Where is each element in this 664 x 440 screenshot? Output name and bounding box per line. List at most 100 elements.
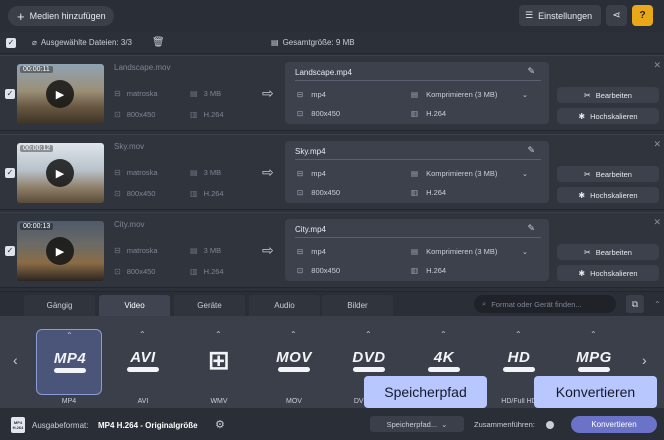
share-button[interactable]: ⋖ [606,5,627,26]
edit-button[interactable]: ✂ Bearbeiten [557,87,659,103]
merge-toggle[interactable] [546,421,554,429]
chevron-down-icon[interactable]: ⌄ [522,91,528,99]
import-format-icon[interactable]: ⧉ [626,295,644,313]
upscale-button[interactable]: ✱ Hochskalieren [557,265,659,281]
container-icon: ⊟ [114,89,121,98]
play-icon[interactable]: ▶ [46,80,74,108]
codec-icon: ▥ [190,267,198,276]
upscale-button[interactable]: ✱ Hochskalieren [557,187,659,203]
remove-file-icon[interactable]: ✕ [653,139,661,150]
source-codec-text: H.264 [203,110,224,119]
tab-images[interactable]: Bilder [322,295,393,316]
output-file-name[interactable]: Sky.mp4 [295,147,326,156]
source-resolution-text: 800x450 [126,110,156,119]
output-quality-dropdown[interactable]: ▤ Komprimieren (3 MB) [411,90,497,99]
chevron-up-icon[interactable]: ⌃ [290,330,297,339]
format-mov[interactable]: ⌃ MOV [261,329,327,395]
output-codec: ▥ H.264 [411,109,446,118]
file-checkbox[interactable]: ✓ [5,89,15,99]
total-size-text: Gesamtgröße: 9 MB [282,38,355,47]
edit-button[interactable]: ✂ Bearbeiten [557,166,659,182]
convert-button[interactable]: Konvertieren [571,416,657,433]
chevron-up-icon[interactable]: ⌃ [654,300,661,309]
tab-common[interactable]: Gängig [24,295,95,316]
video-thumbnail[interactable]: 00:00:12 ▶ [17,143,104,203]
format-logo: MPG [576,349,612,366]
format-label: MOV [286,398,302,405]
format-label: AVI [137,398,149,405]
chevron-up-icon[interactable]: ⌃ [66,331,73,340]
output-format[interactable]: ⊟ mp4 [297,90,326,99]
chevron-left-icon[interactable]: ‹ [13,352,18,368]
chevron-right-icon[interactable]: › [642,352,647,368]
file-checkbox[interactable]: ✓ [5,246,15,256]
chevron-up-icon[interactable]: ⌃ [440,330,447,339]
tab-label: Video [124,301,145,310]
output-format-value[interactable]: MP4 H.264 - Originalgröße [98,421,198,430]
edit-button[interactable]: ✂ Bearbeiten [557,244,659,260]
rename-pencil-icon[interactable]: ✎ [527,145,535,156]
codec-icon: ▥ [411,188,419,197]
source-container: ⊟ matroska [114,246,158,255]
source-codec-text: H.264 [203,267,224,276]
output-format[interactable]: ⊟ mp4 [297,169,326,178]
gear-icon[interactable]: ⚙ [215,418,225,431]
chevron-up-icon[interactable]: ⌃ [590,330,597,339]
output-format-text: mp4 [311,247,326,256]
resolution-icon: ⊡ [114,267,121,276]
tab-video[interactable]: Video [99,295,170,316]
upscale-button[interactable]: ✱ Hochskalieren [557,108,659,124]
tab-audio[interactable]: Audio [249,295,320,316]
source-file-name: City.mov [114,220,145,229]
rename-pencil-icon[interactable]: ✎ [527,223,535,234]
output-file-name[interactable]: Landscape.mp4 [295,68,352,77]
output-quality-text: Komprimieren (3 MB) [426,90,498,99]
chevron-down-icon[interactable]: ⌄ [522,248,528,256]
select-all-checkbox[interactable]: ✓ [6,38,16,48]
format-logo-badge [428,367,460,372]
name-underline [295,159,541,160]
format-avi[interactable]: ⌃ AVI [110,329,176,395]
source-resolution-text: 800x450 [126,189,156,198]
format-label: MP4 [61,398,77,405]
source-size-text: 3 MB [203,89,222,98]
rename-pencil-icon[interactable]: ✎ [527,66,535,77]
remove-file-icon[interactable]: ✕ [653,217,661,228]
source-codec: ▥ H.264 [190,267,224,276]
output-quality-dropdown[interactable]: ▤ Komprimieren (3 MB) [411,247,497,256]
file-checkbox[interactable]: ✓ [5,168,15,178]
chevron-up-icon[interactable]: ⌃ [139,330,146,339]
resolution-icon: ⊡ [297,109,304,118]
chevron-up-icon[interactable]: ⌃ [515,330,522,339]
output-file-name[interactable]: City.mp4 [295,225,326,234]
settings-button[interactable]: ☰ Einstellungen [519,5,601,26]
output-format[interactable]: ⊟ mp4 [297,247,326,256]
source-size: ▤ 3 MB [190,168,221,177]
source-container-text: matroska [126,168,158,177]
scissors-icon: ✂ [584,247,591,257]
add-media-button[interactable]: + Medien hinzufügen [8,6,114,26]
output-format-text: mp4 [311,90,326,99]
upscale-label: Hochskalieren [590,190,638,200]
chevron-up-icon[interactable]: ⌃ [215,330,222,339]
help-button[interactable]: ? [632,5,653,26]
source-codec: ▥ H.264 [190,110,224,119]
video-thumbnail[interactable]: 00:00:13 ▶ [17,221,104,281]
play-icon[interactable]: ▶ [46,237,74,265]
format-logo: 4K [433,349,455,366]
format-mp4[interactable]: ⌃ MP4 [36,329,102,395]
tab-devices[interactable]: Geräte [174,295,245,316]
output-format-icon: MP4 H.264 [11,417,25,433]
remove-file-icon[interactable]: ✕ [653,60,661,71]
output-quality-dropdown[interactable]: ▤ Komprimieren (3 MB) [411,169,497,178]
play-icon[interactable]: ▶ [46,159,74,187]
save-path-dropdown[interactable]: Speicherpfad... ⌄ [370,416,464,432]
scissors-icon: ✂ [584,169,591,179]
video-thumbnail[interactable]: 00:00:11 ▶ [17,64,104,124]
chevron-down-icon[interactable]: ⌄ [522,170,528,178]
format-search-input[interactable]: ⌕ Format oder Gerät finden... [474,295,616,313]
delete-icon[interactable]: 🗑 [152,37,165,48]
format-logo-badge [578,367,610,372]
format-wmv[interactable]: ⌃ ⊞ [186,329,252,395]
chevron-up-icon[interactable]: ⌃ [365,330,372,339]
